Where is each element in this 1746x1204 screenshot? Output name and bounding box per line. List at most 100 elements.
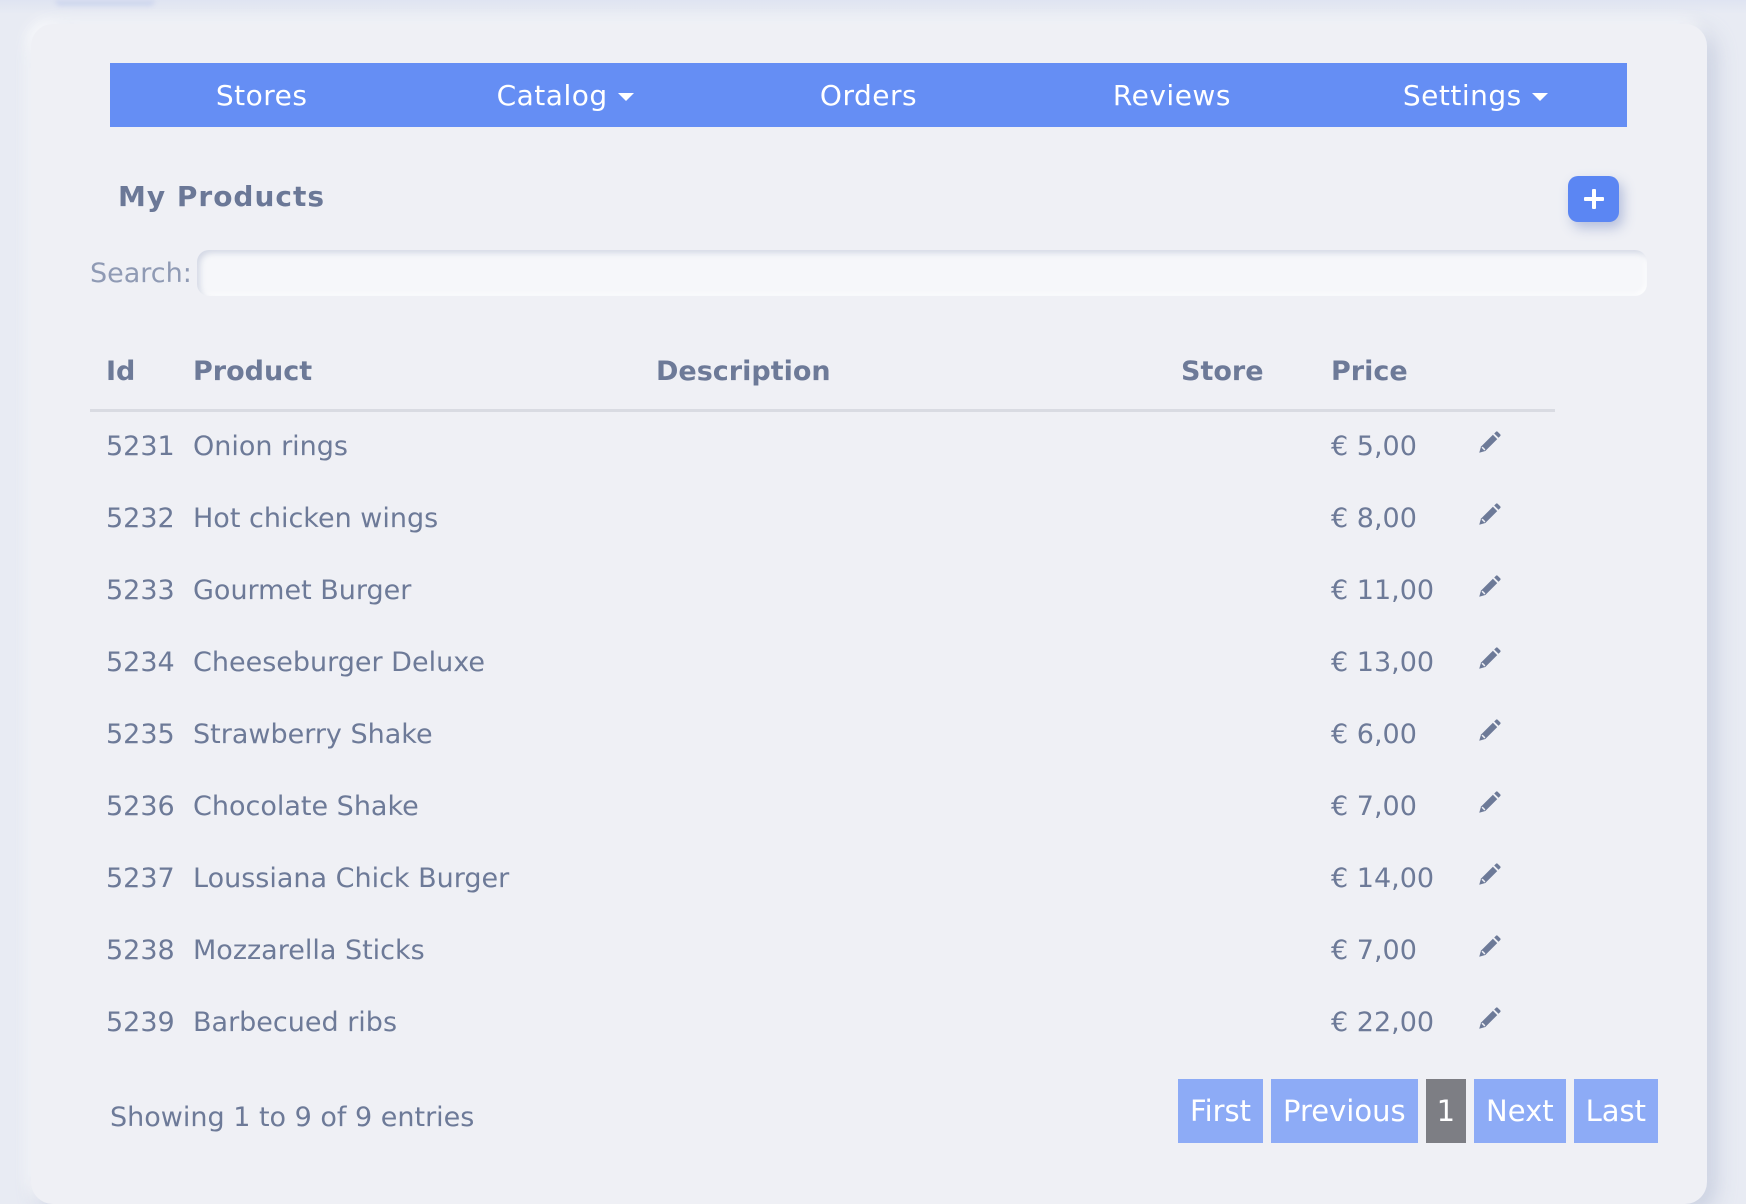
cell-product: Cheeseburger Deluxe — [193, 646, 485, 678]
pencil-icon[interactable] — [1476, 790, 1504, 818]
cell-description — [656, 554, 1181, 626]
table-row[interactable]: 5236 Chocolate Shake € 7,00 — [90, 770, 1555, 842]
pencil-icon[interactable] — [1476, 430, 1504, 458]
cell-actions — [1476, 698, 1555, 770]
cell-actions — [1476, 842, 1555, 914]
top-strip-shadow — [55, 0, 155, 6]
table-header-row: Id Product Description Store Price — [90, 335, 1555, 412]
cell-product: Chocolate Shake — [193, 790, 419, 822]
column-header-actions — [1476, 335, 1555, 412]
last-page-button[interactable]: Last — [1573, 1079, 1659, 1143]
search-label: Search: — [90, 258, 192, 289]
table-row[interactable]: 5239 Barbecued ribs € 22,00 — [90, 986, 1555, 1058]
column-header-description[interactable]: Description — [656, 335, 1181, 412]
cell-store — [1181, 554, 1331, 626]
main-navbar: Stores Catalog Orders Reviews Settings — [110, 63, 1627, 127]
previous-page-button[interactable]: Previous — [1271, 1079, 1418, 1143]
cell-product: Onion rings — [193, 431, 348, 463]
cell-actions — [1476, 554, 1555, 626]
cell-store — [1181, 626, 1331, 698]
nav-reviews-label: Reviews — [1112, 78, 1231, 112]
pencil-icon[interactable] — [1476, 934, 1504, 962]
nav-reviews[interactable]: Reviews — [1020, 79, 1323, 112]
cell-store — [1181, 770, 1331, 842]
cell-price: € 7,00 — [1331, 790, 1417, 822]
pencil-icon[interactable] — [1476, 502, 1504, 530]
nav-orders-label: Orders — [819, 78, 918, 112]
table-row[interactable]: 5235 Strawberry Shake € 6,00 — [90, 698, 1555, 770]
nav-stores[interactable]: Stores — [110, 79, 413, 112]
plus-icon — [1583, 189, 1604, 209]
cell-description — [656, 698, 1181, 770]
first-page-button[interactable]: First — [1178, 1079, 1264, 1143]
cell-product: Loussiana Chick Burger — [193, 862, 510, 894]
cell-id: 5231 — [106, 431, 175, 463]
cell-id: 5235 — [106, 718, 175, 750]
cell-description — [656, 482, 1181, 554]
cell-actions — [1476, 986, 1555, 1058]
cell-store — [1181, 698, 1331, 770]
cell-description — [656, 770, 1181, 842]
cell-price: € 7,00 — [1331, 934, 1417, 966]
cell-price: € 8,00 — [1331, 502, 1417, 534]
cell-description — [656, 914, 1181, 986]
table-row[interactable]: 5232 Hot chicken wings € 8,00 — [90, 482, 1555, 554]
search-input[interactable] — [197, 250, 1647, 296]
table-row[interactable]: 5238 Mozzarella Sticks € 7,00 — [90, 914, 1555, 986]
cell-price: € 22,00 — [1331, 1006, 1435, 1038]
cell-price: € 5,00 — [1331, 431, 1417, 463]
cell-store — [1181, 842, 1331, 914]
cell-id: 5238 — [106, 934, 175, 966]
cell-id: 5237 — [106, 862, 175, 894]
cell-product: Barbecued ribs — [193, 1006, 398, 1038]
cell-actions — [1476, 770, 1555, 842]
nav-catalog-label: Catalog — [496, 78, 608, 112]
pencil-icon[interactable] — [1476, 1006, 1504, 1034]
cell-description — [656, 626, 1181, 698]
column-header-price[interactable]: Price — [1331, 335, 1476, 412]
cell-product: Hot chicken wings — [193, 502, 439, 534]
nav-catalog[interactable]: Catalog — [413, 79, 716, 112]
cell-price: € 11,00 — [1331, 574, 1435, 606]
cell-price: € 14,00 — [1331, 862, 1435, 894]
cell-product: Strawberry Shake — [193, 718, 433, 750]
table-row[interactable]: 5233 Gourmet Burger € 11,00 — [90, 554, 1555, 626]
cell-store — [1181, 482, 1331, 554]
table-row[interactable]: 5237 Loussiana Chick Burger € 14,00 — [90, 842, 1555, 914]
cell-actions — [1476, 410, 1555, 482]
pencil-icon[interactable] — [1476, 574, 1504, 602]
top-strip — [0, 0, 1746, 14]
nav-orders[interactable]: Orders — [717, 79, 1020, 112]
cell-id: 5236 — [106, 790, 175, 822]
cell-actions — [1476, 914, 1555, 986]
pencil-icon[interactable] — [1476, 718, 1504, 746]
current-page-button[interactable]: 1 — [1425, 1079, 1467, 1143]
caret-down-icon — [1531, 92, 1548, 101]
pencil-icon[interactable] — [1476, 862, 1504, 890]
nav-stores-label: Stores — [215, 78, 308, 112]
nav-settings-label: Settings — [1402, 78, 1522, 112]
cell-store — [1181, 986, 1331, 1058]
cell-description — [656, 986, 1181, 1058]
add-product-button[interactable] — [1568, 176, 1619, 222]
nav-settings[interactable]: Settings — [1324, 79, 1627, 112]
cell-description — [656, 410, 1181, 482]
cell-product: Mozzarella Sticks — [193, 934, 425, 966]
cell-id: 5234 — [106, 646, 175, 678]
pagination: First Previous 1 Next Last — [1178, 1079, 1659, 1143]
table-info: Showing 1 to 9 of 9 entries — [110, 1102, 475, 1133]
pencil-icon[interactable] — [1476, 646, 1504, 674]
cell-actions — [1476, 626, 1555, 698]
cell-id: 5239 — [106, 1006, 175, 1038]
cell-store — [1181, 410, 1331, 482]
table-row[interactable]: 5234 Cheeseburger Deluxe € 13,00 — [90, 626, 1555, 698]
column-header-id[interactable]: Id — [90, 335, 193, 412]
products-table: Id Product Description Store Price 5231 O… — [90, 335, 1555, 1058]
next-page-button[interactable]: Next — [1474, 1079, 1566, 1143]
column-header-store[interactable]: Store — [1181, 335, 1331, 412]
table-row[interactable]: 5231 Onion rings € 5,00 — [90, 410, 1555, 482]
column-header-product[interactable]: Product — [193, 335, 656, 412]
cell-price: € 6,00 — [1331, 718, 1417, 750]
cell-price: € 13,00 — [1331, 646, 1435, 678]
cell-id: 5233 — [106, 574, 175, 606]
